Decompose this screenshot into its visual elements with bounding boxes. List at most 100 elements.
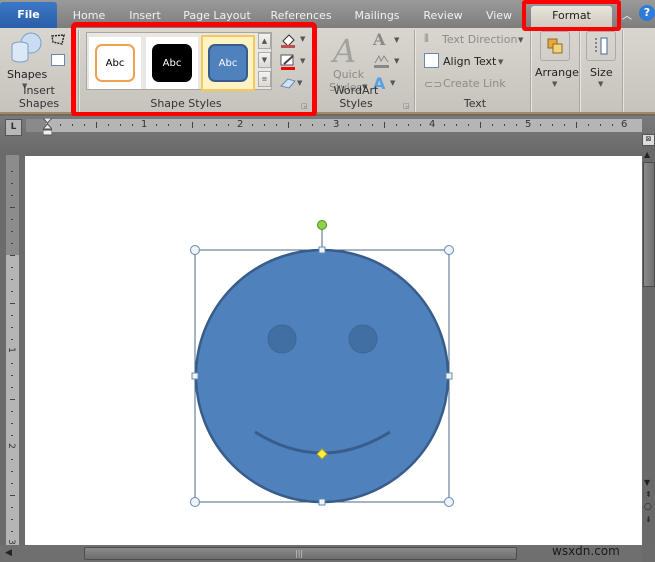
resize-handle-bottom-left (190, 497, 200, 507)
ruler-tick (372, 124, 373, 126)
arrange-button[interactable]: Arrange (535, 66, 579, 79)
ruler-tick (108, 124, 109, 126)
ruler-tick (11, 531, 13, 532)
ruler-tick (552, 124, 553, 126)
ruler-tick (540, 124, 541, 126)
horizontal-scroll-thumb[interactable]: ||| (84, 547, 517, 560)
ruler-tick (588, 124, 589, 126)
ruler-tick (11, 291, 13, 292)
text-fill-dropdown-icon[interactable]: ▼ (394, 36, 399, 44)
ruler-tick (252, 124, 253, 126)
ruler-tick (11, 219, 13, 220)
scroll-left-arrow-icon[interactable]: ◀ (5, 548, 12, 558)
rotation-handle (317, 220, 327, 230)
view-ruler-button[interactable]: ⊠ (642, 134, 655, 146)
ruler-tick (276, 124, 277, 126)
size-icon[interactable] (586, 31, 616, 61)
select-browse-object-icon[interactable]: ○ (644, 502, 652, 512)
quick-styles-icon[interactable]: A (333, 32, 356, 70)
ruler-number: 1 (141, 119, 148, 130)
ruler-tick (120, 124, 121, 126)
ruler-tick (288, 122, 289, 128)
tab-view[interactable]: View (480, 6, 518, 28)
arrange-dropdown-icon[interactable]: ▼ (552, 80, 557, 88)
vertical-scroll-thumb[interactable] (643, 162, 655, 287)
align-text-icon[interactable] (424, 53, 439, 68)
tab-mailings[interactable]: Mailings (348, 6, 406, 28)
align-text-dropdown-icon[interactable]: ▼ (498, 58, 503, 66)
shapes-icon[interactable] (8, 32, 42, 66)
ruler-number: 6 (621, 119, 628, 130)
ruler-tick (72, 124, 73, 126)
resize-handle-bottom (318, 498, 326, 506)
link-icon[interactable]: ⊂⊃ (424, 78, 442, 91)
smiley-face-shape[interactable] (180, 210, 470, 510)
create-link-button[interactable]: Create Link (443, 77, 506, 90)
ruler-tick (348, 124, 349, 126)
previous-page-icon[interactable]: ⇞ (645, 490, 652, 499)
quick-styles-label[interactable]: Quick (333, 68, 364, 81)
tab-file[interactable]: File (0, 2, 57, 28)
ruler-tick (204, 124, 205, 126)
group-separator (579, 30, 580, 112)
ruler-tick (9, 207, 15, 208)
resize-handle-bottom-right (444, 497, 454, 507)
ruler-tick (168, 124, 169, 126)
ruler-tick (11, 483, 13, 484)
ruler-tick (9, 255, 15, 256)
scroll-down-arrow-icon[interactable]: ▼ (644, 478, 650, 487)
group-separator (414, 30, 415, 112)
text-outline-icon[interactable] (373, 53, 390, 68)
ruler-tick (11, 507, 13, 508)
ruler-tick (468, 124, 469, 126)
ruler-tick (60, 124, 61, 126)
ruler-tick (11, 423, 13, 424)
text-box-icon[interactable] (51, 54, 65, 66)
shape-styles-highlight-box (71, 22, 317, 117)
minimize-ribbon-icon[interactable]: ︿ (622, 7, 632, 22)
size-dropdown-icon[interactable]: ▼ (598, 80, 603, 88)
vertical-scrollbar[interactable]: ⊠ ▲ ▼ ⇞ ○ ⇟ (642, 134, 655, 545)
ruler-tick (444, 124, 445, 126)
ruler-tick (96, 122, 97, 128)
ruler-tick (9, 495, 15, 496)
next-page-icon[interactable]: ⇟ (645, 515, 652, 524)
ruler-tick (228, 124, 229, 126)
help-icon[interactable]: ? (639, 5, 655, 21)
ruler-number: 5 (525, 119, 532, 130)
ruler-tick (11, 327, 13, 328)
align-text-button[interactable]: Align Text (443, 55, 496, 68)
edit-shape-icon[interactable] (50, 33, 66, 47)
text-direction-button[interactable]: Text Direction (442, 33, 517, 46)
right-eye (348, 324, 378, 354)
ruler-tick (11, 519, 13, 520)
text-direction-dropdown-icon[interactable]: ▼ (518, 36, 523, 44)
resize-handle-top-right (444, 245, 454, 255)
wordart-dialog-launcher-icon[interactable]: ◲ (403, 102, 410, 110)
ruler-tick (9, 399, 15, 400)
indent-marker[interactable] (41, 117, 54, 136)
text-outline-dropdown-icon[interactable]: ▼ (394, 57, 399, 65)
text-direction-icon[interactable]: ⦀ (424, 32, 429, 46)
size-button[interactable]: Size (590, 66, 613, 79)
text-group-label: Text (463, 97, 487, 110)
ruler-tick (11, 471, 13, 472)
shapes-label[interactable]: Shapes (7, 68, 47, 81)
vertical-ruler-margin (6, 155, 19, 255)
ruler-tick (11, 183, 13, 184)
tab-review[interactable]: Review (418, 6, 468, 28)
watermark-text: wsxdn.com (552, 544, 620, 558)
text-fill-icon[interactable]: A (373, 30, 385, 49)
tab-selector-button[interactable]: L (5, 119, 22, 136)
resize-handle-top-left (190, 245, 200, 255)
ruler-tick (11, 315, 13, 316)
ruler-tick (420, 124, 421, 126)
group-separator (530, 30, 531, 112)
scroll-up-arrow-icon[interactable]: ▲ (644, 150, 650, 159)
format-tab-highlight-box (522, 0, 621, 31)
ruler-tick (11, 279, 13, 280)
arrange-icon[interactable] (540, 31, 570, 61)
ruler-tick (360, 124, 361, 126)
ruler-tick (480, 122, 481, 128)
ruler-tick (11, 411, 13, 412)
